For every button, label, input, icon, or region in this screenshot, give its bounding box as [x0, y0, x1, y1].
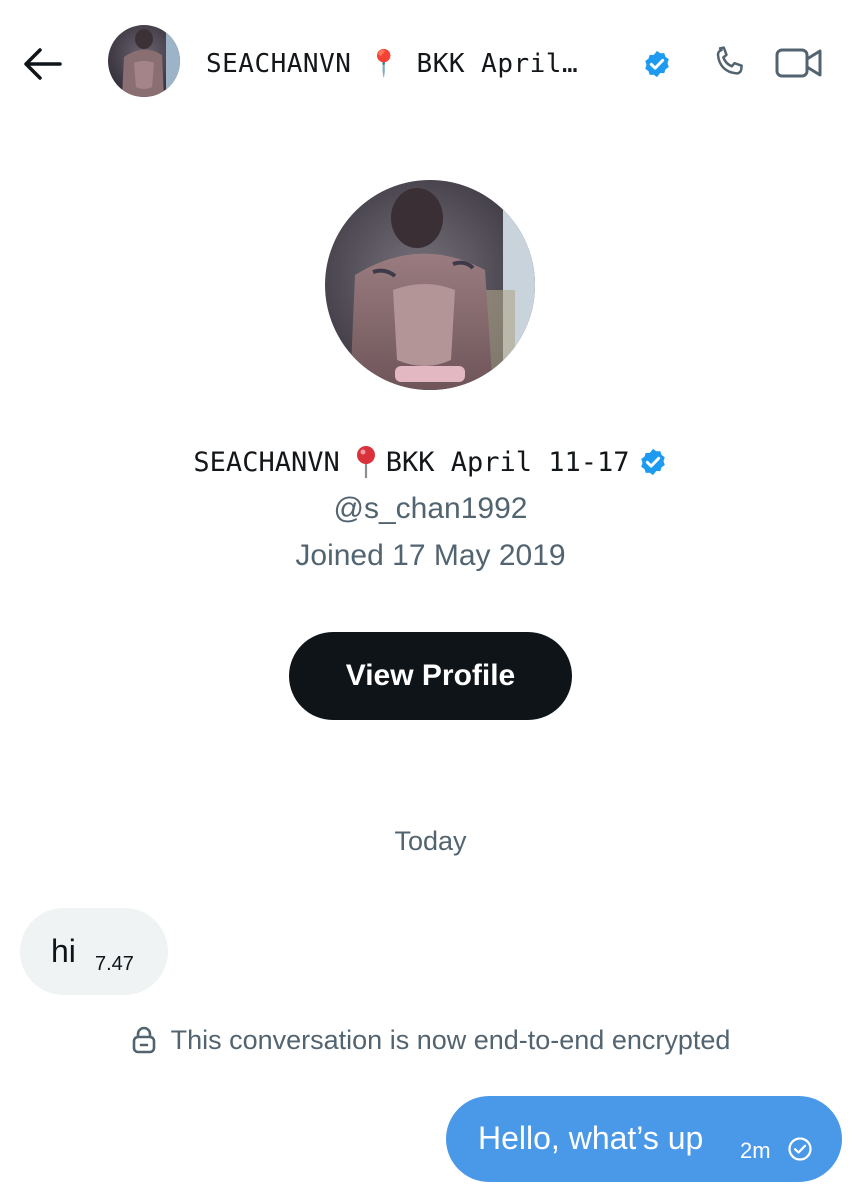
round-pushpin-icon: [356, 446, 375, 478]
display-name-text: SEACHANVN: [193, 446, 340, 478]
encryption-notice-text: This conversation is now end-to-end encr…: [170, 1024, 731, 1055]
lock-icon: [132, 1026, 155, 1054]
voice-call-button[interactable]: [706, 40, 752, 86]
verified-badge-icon: [640, 448, 665, 476]
profile-joined-date: Joined 17 May 2019: [295, 539, 566, 572]
profile-photo: [325, 180, 535, 390]
profile-avatar[interactable]: [325, 180, 535, 390]
message-text: hi: [51, 933, 76, 969]
message-timestamp: 7.47: [95, 953, 134, 975]
conversation-title[interactable]: SEACHANVN 📍 BKK April…: [206, 44, 626, 84]
message-text: Hello, what’s up: [478, 1120, 704, 1156]
incoming-message-bubble[interactable]: hi 7.47: [20, 908, 168, 995]
conversation-title-text: SEACHANVN 📍 BKK April…: [206, 49, 579, 79]
view-profile-button[interactable]: View Profile: [289, 632, 572, 720]
encryption-notice: This conversation is now end-to-end encr…: [0, 1020, 861, 1060]
message-timestamp: 2m: [740, 1138, 771, 1163]
outgoing-message-bubble[interactable]: Hello, what’s up 2m: [446, 1096, 842, 1182]
display-name-suffix: BKK April 11-17: [385, 446, 630, 478]
header-avatar[interactable]: [108, 25, 180, 97]
seen-check-icon: [788, 1137, 812, 1161]
video-call-button[interactable]: [772, 40, 826, 86]
avatar-photo: [108, 25, 180, 97]
video-camera-icon: [775, 48, 822, 78]
view-profile-label: View Profile: [345, 659, 516, 692]
day-separator: Today: [394, 826, 467, 856]
verified-badge-icon: [645, 50, 669, 78]
phone-icon: [716, 46, 743, 75]
profile-handle: @s_chan1992: [333, 492, 528, 525]
arrow-left-icon: [24, 48, 62, 80]
profile-display-name: SEACHANVN BKK April 11-17: [0, 440, 861, 484]
back-button[interactable]: [14, 38, 70, 90]
verified-badge: [642, 49, 672, 79]
